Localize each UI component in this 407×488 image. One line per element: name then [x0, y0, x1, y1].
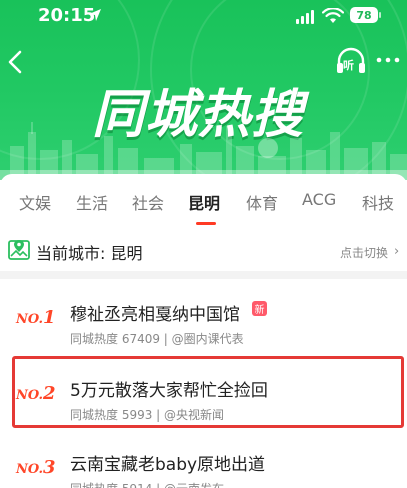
- tab-tiyu[interactable]: 体育: [246, 190, 278, 214]
- city-skyline-illustration: [0, 122, 407, 180]
- rank-label: NO.1: [16, 307, 56, 328]
- item-title[interactable]: 穆祉丞亮相戛纳中国馆: [70, 300, 240, 325]
- category-tabs: 文娱 生活 社会 昆明 体育 ACG 科技: [0, 174, 407, 218]
- listen-button[interactable]: 听: [334, 44, 368, 78]
- city-bar: 当前城市: 昆明 点击切换 ›: [0, 233, 407, 269]
- tab-keji[interactable]: 科技: [362, 190, 394, 214]
- tab-acg[interactable]: ACG: [302, 190, 336, 209]
- switch-city-link[interactable]: 点击切换: [340, 244, 388, 261]
- signal-icon: [296, 10, 314, 24]
- listen-label: 听: [343, 59, 354, 72]
- item-meta: 同城热度 5914 | @云南发布: [70, 480, 224, 488]
- item-meta: 同城热度 67409 | @圈内课代表: [70, 332, 244, 346]
- rank-label: NO.3: [16, 457, 56, 478]
- back-icon[interactable]: [4, 48, 28, 76]
- tab-wenyu[interactable]: 文娱: [19, 190, 51, 214]
- tab-shehui[interactable]: 社会: [132, 190, 164, 214]
- highlight-box: [12, 356, 404, 428]
- active-tab-indicator: [196, 222, 216, 225]
- section-divider: [0, 271, 407, 279]
- hot-list-item-1[interactable]: NO.1 穆祉丞亮相戛纳中国馆 新 同城热度 67409 | @圈内课代表: [0, 282, 407, 352]
- header-banner: 20:15 78 听 同城热搜: [0, 0, 407, 180]
- current-city-label: 当前城市: 昆明: [36, 244, 143, 263]
- item-title[interactable]: 云南宝藏老baby原地出道: [70, 450, 265, 475]
- location-arrow-icon: [89, 9, 101, 21]
- tab-shenghuo[interactable]: 生活: [76, 190, 108, 214]
- tab-kunming[interactable]: 昆明: [188, 190, 220, 214]
- chevron-right-icon[interactable]: ›: [394, 244, 399, 259]
- hot-list-item-3[interactable]: NO.3 云南宝藏老baby原地出道 同城热度 5914 | @云南发布: [0, 432, 407, 488]
- battery-tip: [379, 12, 381, 18]
- city-map-icon: [8, 240, 30, 260]
- status-time: 20:15: [38, 5, 96, 26]
- battery-icon: 78: [350, 7, 378, 23]
- more-icon[interactable]: [375, 52, 401, 68]
- wifi-icon: [322, 8, 344, 23]
- status-bar: 20:15 78: [0, 0, 407, 36]
- new-badge-icon: 新: [252, 301, 267, 316]
